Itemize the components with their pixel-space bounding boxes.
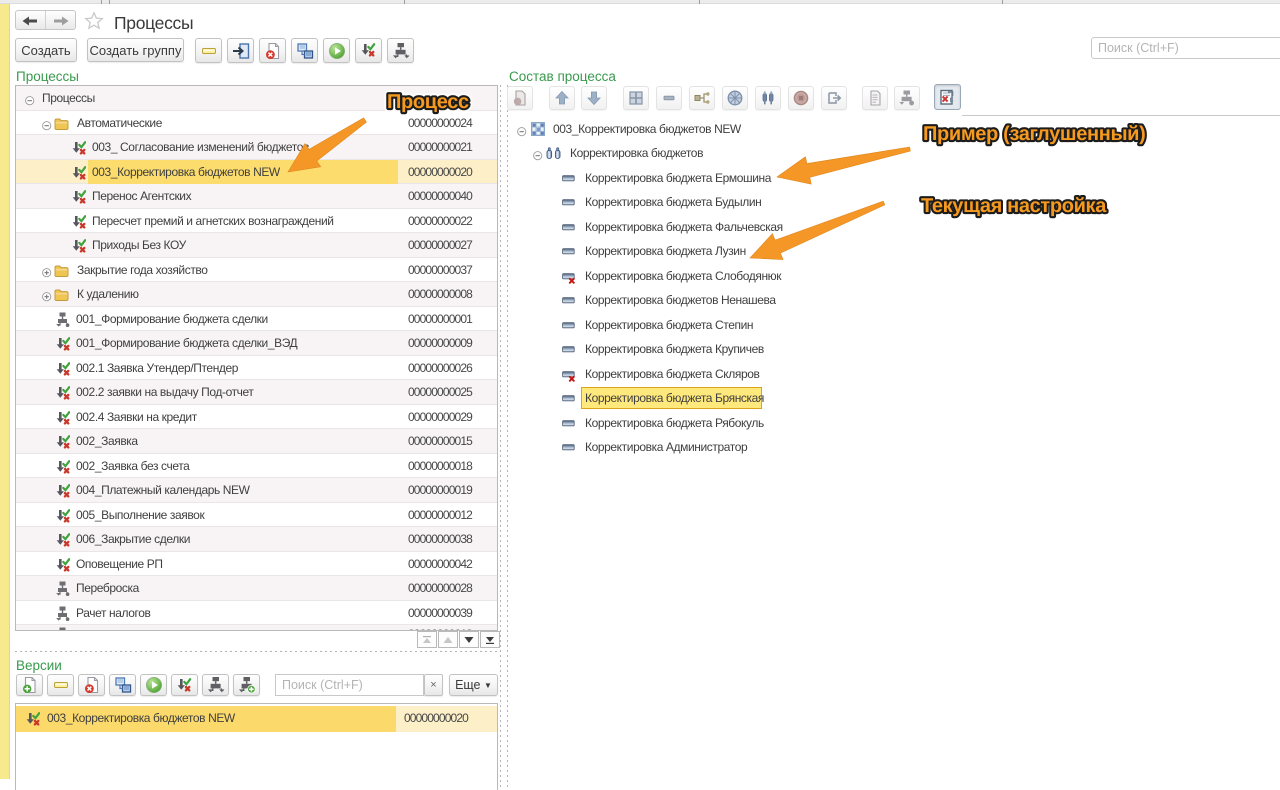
svg-text:Пример (заглушенный): Пример (заглушенный) [923, 123, 1145, 145]
svg-text:Текущая настройка: Текущая настройка [921, 195, 1107, 217]
svg-text:Текущая настройка: Текущая настройка [921, 195, 1107, 217]
svg-text:Пример (заглушенный): Пример (заглушенный) [923, 123, 1145, 145]
svg-text:Пример (заглушенный): Пример (заглушенный) [923, 123, 1145, 145]
svg-text:Текущая настройка: Текущая настройка [921, 195, 1107, 217]
